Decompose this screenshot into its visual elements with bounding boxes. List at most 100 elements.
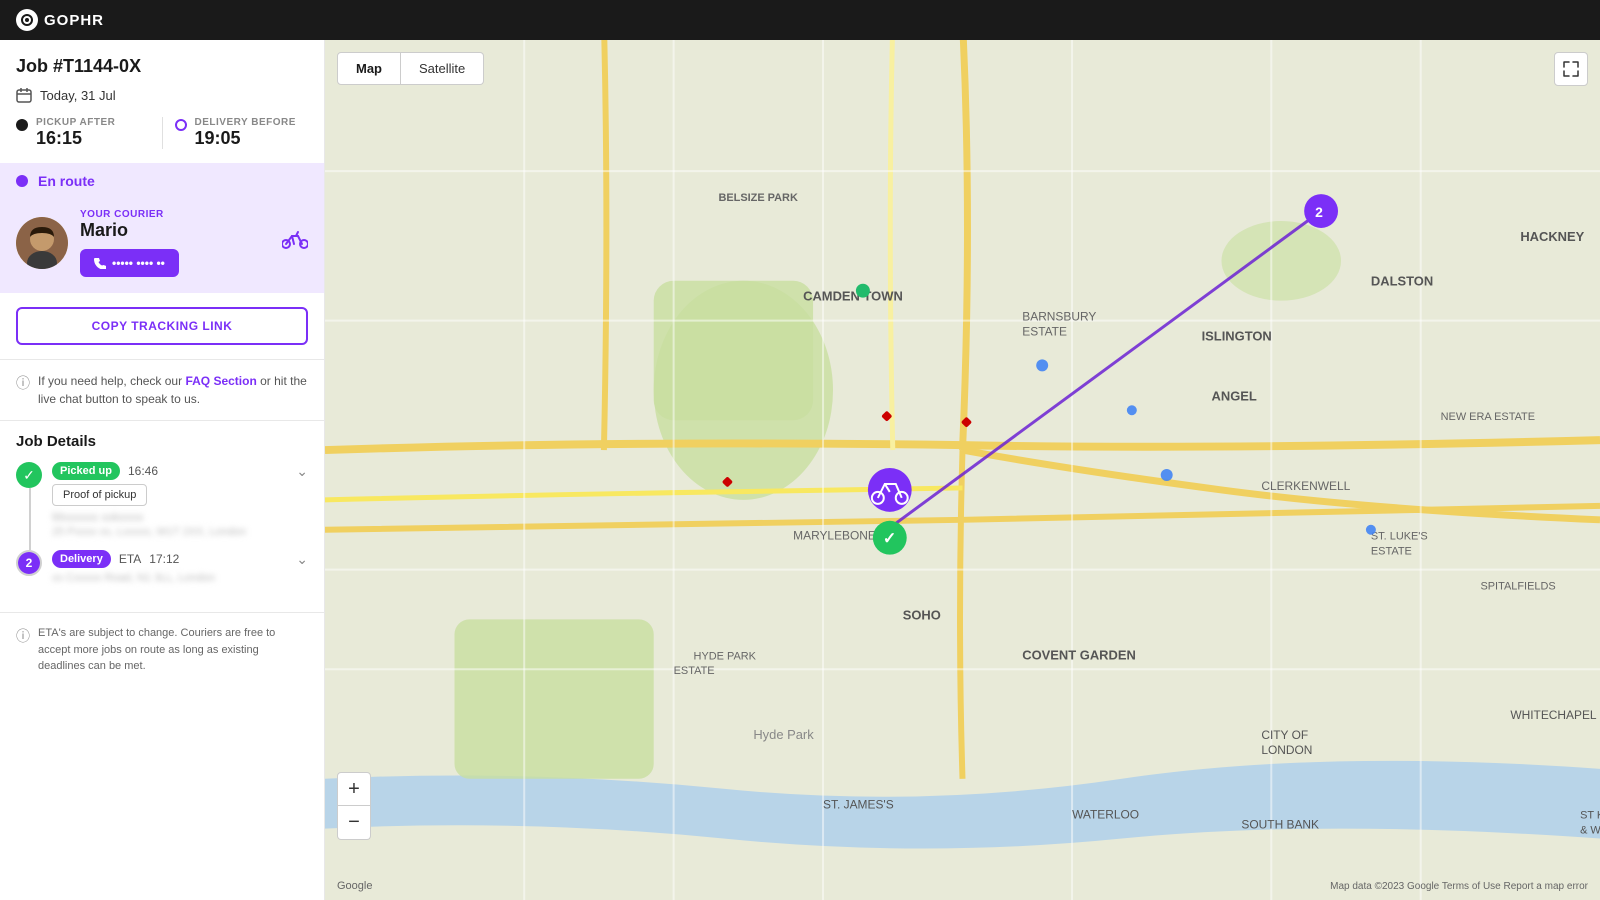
- svg-text:BARNSBURY: BARNSBURY: [1022, 310, 1096, 324]
- delivery-expand-icon[interactable]: ⌄: [296, 551, 308, 568]
- svg-text:HACKNEY: HACKNEY: [1520, 229, 1584, 244]
- call-button[interactable]: ••••• •••• ••: [80, 249, 179, 277]
- job-item-delivery: 2 Delivery ETA 17:12 ⌄ xx Cxxxxx Road, N…: [16, 550, 308, 584]
- zoom-in-button[interactable]: +: [337, 772, 371, 806]
- svg-text:HYDE PARK: HYDE PARK: [694, 650, 757, 662]
- svg-text:DALSTON: DALSTON: [1371, 274, 1433, 289]
- call-btn-label: ••••• •••• ••: [112, 256, 165, 270]
- courier-info: YOUR COURIER Mario ••••• •••• ••: [80, 209, 270, 277]
- pickup-label: PICKUP AFTER: [36, 117, 115, 128]
- map-view-tabs: Map Satellite: [337, 52, 484, 85]
- pickup-item-header: Picked up 16:46 ⌄: [52, 462, 308, 480]
- main-layout: Job #T1144-0X Today, 31 Jul PICKUP AFTER…: [0, 40, 1600, 900]
- pickup-status-icon: ✓: [16, 462, 42, 488]
- time-divider: [162, 117, 163, 149]
- times-row: PICKUP AFTER 16:15 DELIVERY BEFORE 19:05: [16, 117, 308, 149]
- svg-text:NEW ERA ESTATE: NEW ERA ESTATE: [1441, 411, 1535, 423]
- svg-text:MARYLEBONE: MARYLEBONE: [793, 529, 876, 543]
- delivery-box: DELIVERY BEFORE 19:05: [175, 117, 309, 149]
- job-connector-line: [29, 488, 31, 550]
- eta-time: 17:12: [149, 552, 179, 566]
- delivery-dot-icon: [175, 119, 187, 131]
- fullscreen-icon: [1563, 61, 1579, 77]
- courier-name: Mario: [80, 220, 270, 241]
- tracking-section: COPY TRACKING LINK: [0, 293, 324, 360]
- svg-text:ESTATE: ESTATE: [1371, 546, 1412, 558]
- eta-note-section: ⓘ ETA's are subject to change. Couriers …: [0, 612, 324, 687]
- phone-icon: [94, 257, 106, 269]
- svg-text:ANGEL: ANGEL: [1212, 388, 1257, 403]
- svg-text:COVENT GARDEN: COVENT GARDEN: [1022, 647, 1136, 662]
- info-icon: ⓘ: [16, 373, 30, 393]
- svg-text:SPITALFIELDS: SPITALFIELDS: [1480, 581, 1555, 593]
- svg-text:CAMDEN TOWN: CAMDEN TOWN: [803, 289, 903, 304]
- svg-text:ESTATE: ESTATE: [674, 665, 715, 677]
- svg-text:ST KATHARINE'S: ST KATHARINE'S: [1580, 810, 1600, 822]
- delivery-item-header: Delivery ETA 17:12 ⌄: [52, 550, 308, 568]
- delivery-item-content: Delivery ETA 17:12 ⌄ xx Cxxxxx Road, N1 …: [52, 550, 308, 584]
- fullscreen-button[interactable]: [1554, 52, 1588, 86]
- proof-of-pickup-button[interactable]: Proof of pickup: [52, 484, 147, 506]
- pickup-expand-icon[interactable]: ⌄: [296, 463, 308, 480]
- svg-text:CITY OF: CITY OF: [1261, 728, 1308, 742]
- help-section: ⓘ If you need help, check our FAQ Sectio…: [0, 360, 324, 421]
- eta-note-text: ETA's are subject to change. Couriers ar…: [38, 625, 308, 675]
- svg-text:BELSIZE PARK: BELSIZE PARK: [718, 192, 798, 204]
- svg-text:WHITECHAPEL: WHITECHAPEL: [1510, 708, 1597, 722]
- job-details-section: Job Details ✓ Picked up 16:46 ⌄ Proof of…: [0, 421, 324, 608]
- map-attribution: Map data ©2023 Google Terms of Use Repor…: [1330, 881, 1588, 892]
- pickup-name-blurred: Mxxxxxx xxkxxxx: [52, 510, 308, 524]
- calendar-icon: [16, 87, 32, 103]
- pickup-dot-icon: [16, 119, 28, 131]
- svg-text:& WAPPING: & WAPPING: [1580, 825, 1600, 837]
- map-area: BELSIZE PARK CAMDEN TOWN BARNSBURY ESTAT…: [325, 40, 1600, 900]
- eta-label: ETA: [119, 552, 141, 566]
- svg-text:Hyde Park: Hyde Park: [753, 727, 814, 742]
- google-logo: Google: [337, 880, 372, 892]
- pickup-time: 16:15: [36, 128, 115, 149]
- pickup-address-blurred: 25 Pxxxx xx, Lxxxxx, W1T 2XX, London: [52, 526, 308, 538]
- delivery-time: 19:05: [195, 128, 296, 149]
- delivery-circle-icon: 2: [16, 550, 42, 576]
- pickup-box: PICKUP AFTER 16:15: [16, 117, 150, 149]
- svg-text:2: 2: [1315, 204, 1323, 220]
- date-text: Today, 31 Jul: [40, 88, 116, 103]
- delivery-number-badge: 2: [18, 552, 40, 574]
- map-zoom-controls: + −: [337, 772, 371, 840]
- delivery-badge: Delivery: [52, 550, 111, 568]
- sidebar-top: Job #T1144-0X Today, 31 Jul PICKUP AFTER…: [0, 40, 324, 163]
- delivery-address-blurred: xx Cxxxxx Road, N1 3LL, London: [52, 572, 308, 584]
- svg-text:ESTATE: ESTATE: [1022, 325, 1067, 339]
- avatar-image: [16, 217, 68, 269]
- svg-text:ISLINGTON: ISLINGTON: [1202, 329, 1272, 344]
- en-route-text: En route: [38, 173, 95, 189]
- bike-icon: [282, 230, 308, 256]
- avatar: [16, 217, 68, 269]
- en-route-section: En route: [0, 163, 324, 199]
- logo-icon: [16, 9, 38, 31]
- eta-info-icon: ⓘ: [16, 626, 30, 646]
- help-text: If you need help, check our FAQ Section …: [38, 372, 308, 408]
- logo-text: GOPHR: [44, 12, 104, 29]
- svg-text:LONDON: LONDON: [1261, 743, 1312, 757]
- app-header: GOPHR: [0, 0, 1600, 40]
- map-tab-map[interactable]: Map: [337, 52, 401, 85]
- gophr-logo: GOPHR: [16, 9, 104, 31]
- pickup-info: PICKUP AFTER 16:15: [36, 117, 115, 149]
- delivery-icons: 2: [16, 550, 42, 576]
- pickup-details: Proof of pickup Mxxxxxx xxkxxxx 25 Pxxxx…: [52, 484, 308, 538]
- date-row: Today, 31 Jul: [16, 87, 308, 103]
- map-background: BELSIZE PARK CAMDEN TOWN BARNSBURY ESTAT…: [325, 40, 1600, 900]
- faq-link[interactable]: FAQ Section: [185, 374, 256, 388]
- svg-text:✓: ✓: [883, 531, 896, 548]
- svg-text:WATERLOO: WATERLOO: [1072, 808, 1139, 822]
- svg-text:SOHO: SOHO: [903, 607, 941, 622]
- copy-tracking-link-button[interactable]: COPY TRACKING LINK: [16, 307, 308, 345]
- courier-section: YOUR COURIER Mario ••••• •••• ••: [0, 199, 324, 293]
- zoom-out-button[interactable]: −: [337, 806, 371, 840]
- svg-text:ST. JAMES'S: ST. JAMES'S: [823, 798, 894, 812]
- job-item-pickup: ✓ Picked up 16:46 ⌄ Proof of pickup Mxxx…: [16, 462, 308, 538]
- job-details-title: Job Details: [16, 433, 308, 450]
- map-tab-satellite[interactable]: Satellite: [401, 52, 484, 85]
- sidebar: Job #T1144-0X Today, 31 Jul PICKUP AFTER…: [0, 40, 325, 900]
